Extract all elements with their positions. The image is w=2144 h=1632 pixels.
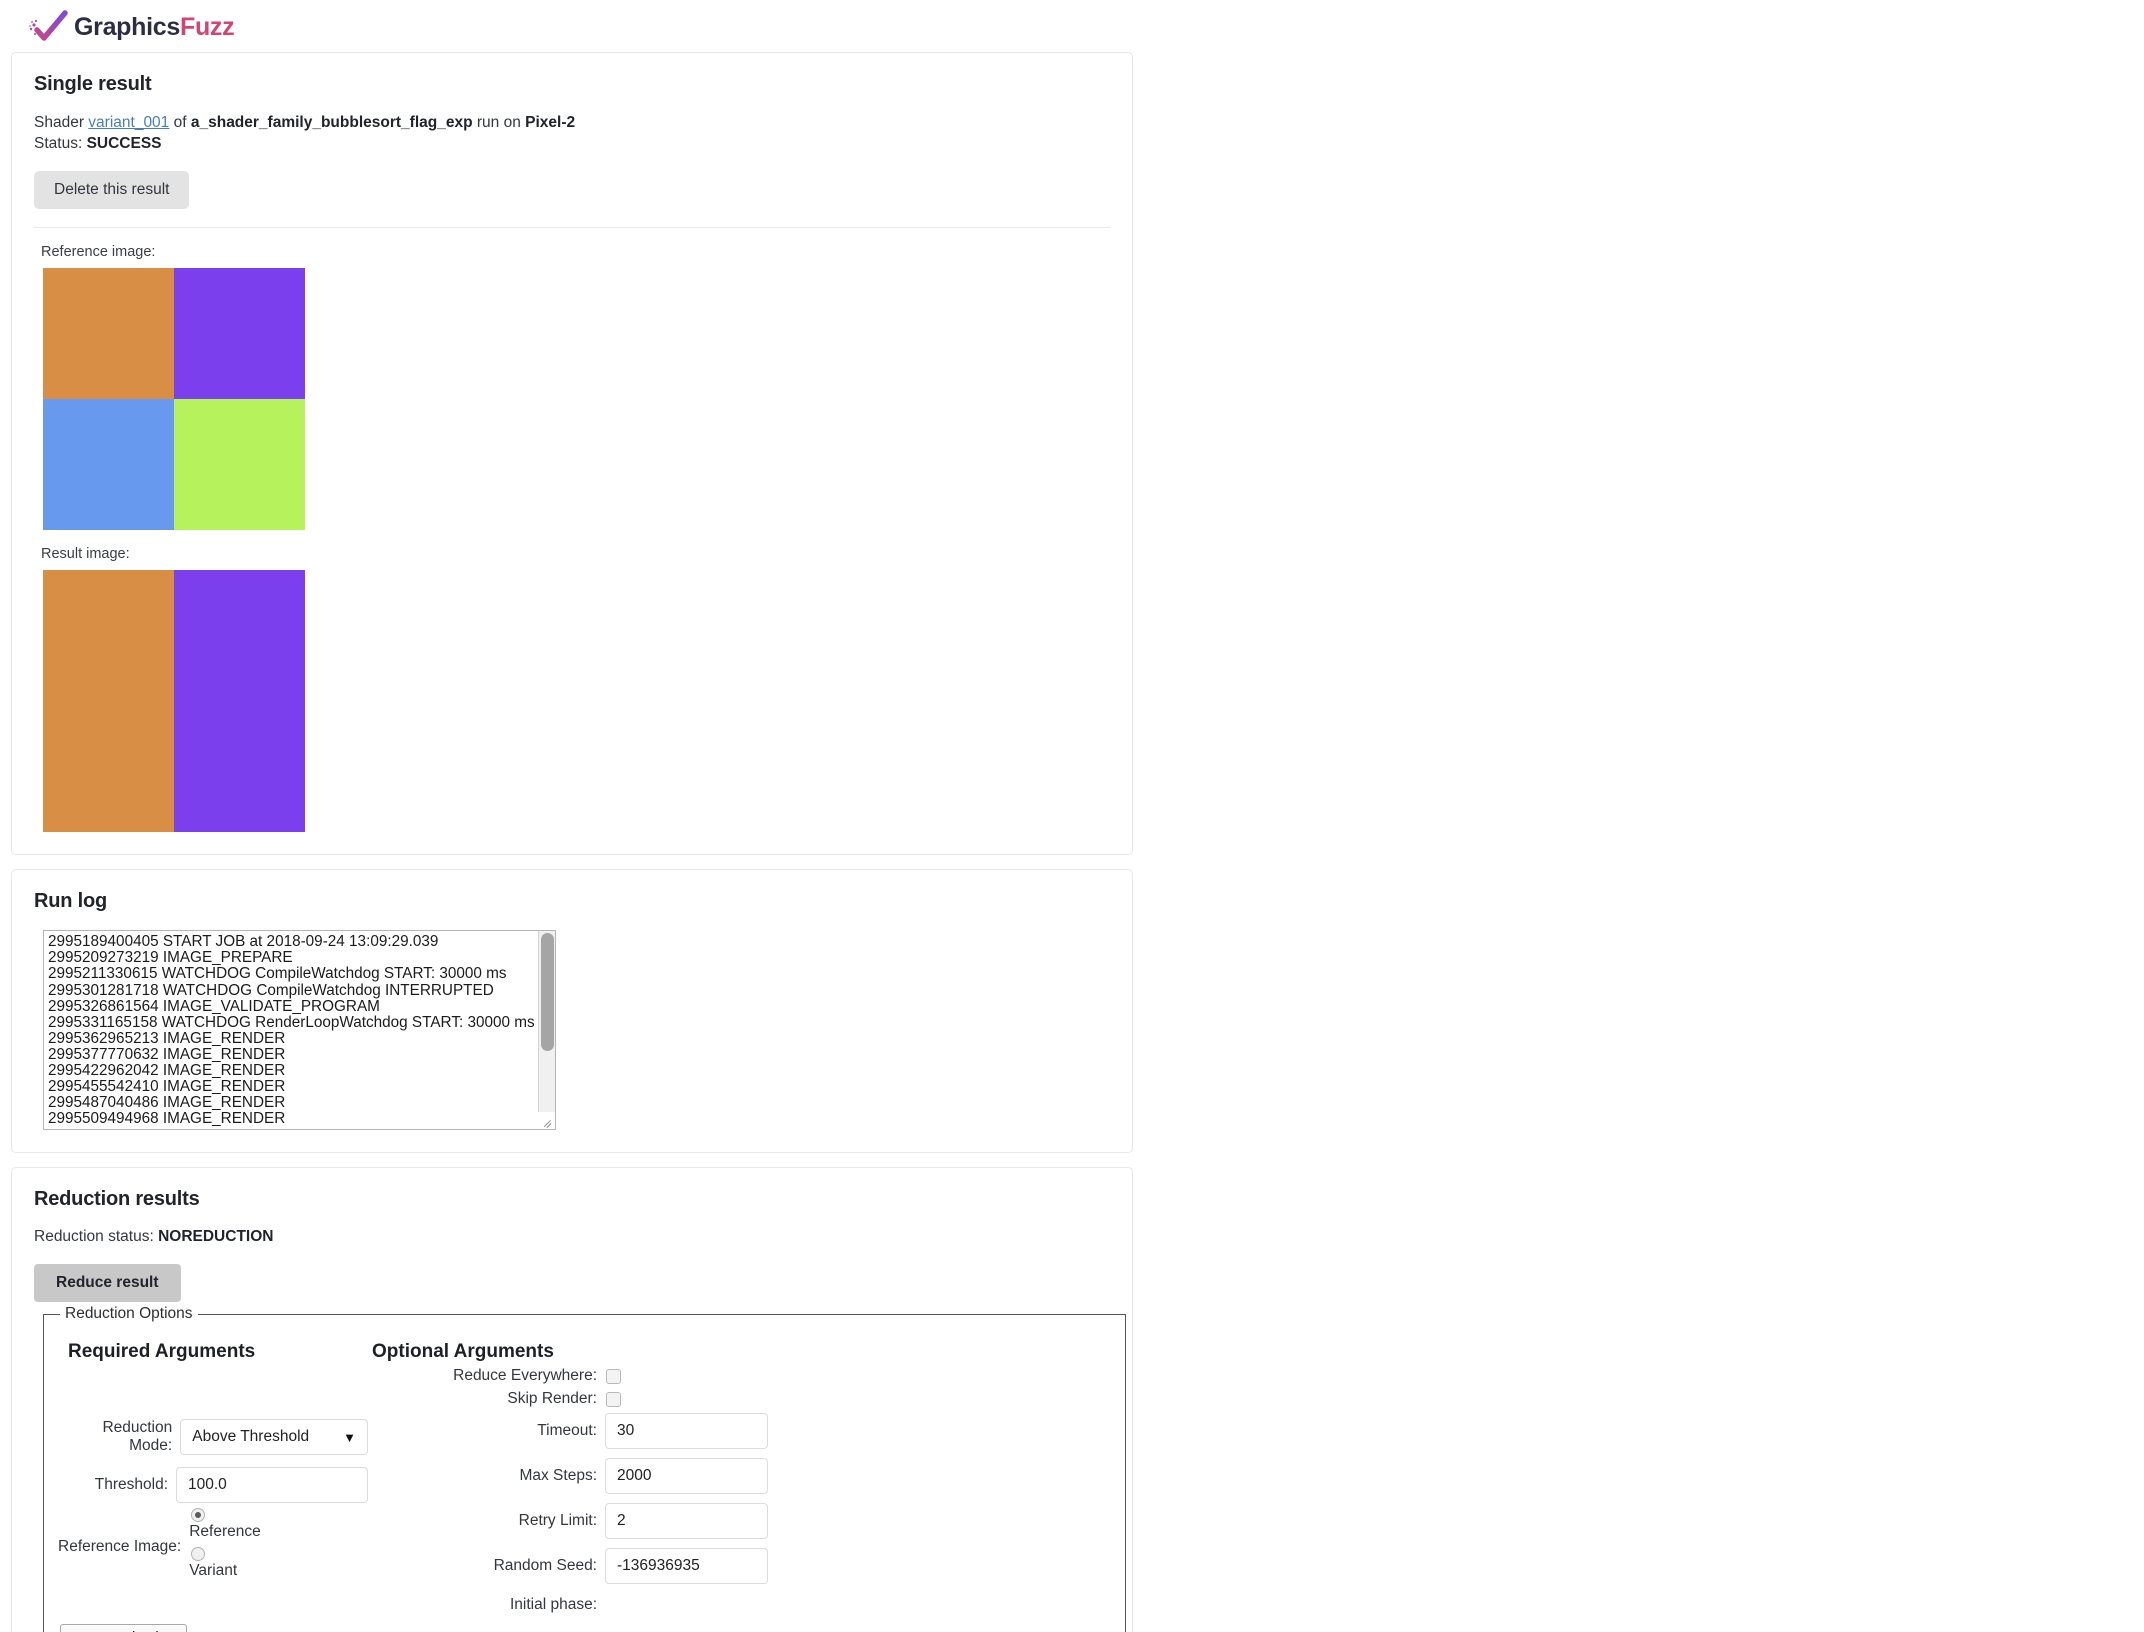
reduction-status-line: Reduction status: NOREDUCTION <box>34 1228 1110 1246</box>
timeout-row: Timeout: 30 <box>368 1413 768 1450</box>
page-root: GraphicsFuzz Single result Shader varian… <box>0 0 2144 1632</box>
reduction-mode-value: Above Threshold <box>192 1428 310 1446</box>
run-log-content: 2995189400405 START JOB at 2018-09-24 13… <box>48 933 535 1128</box>
shader-info-line: Shader variant_001 of a_shader_family_bu… <box>34 113 1110 134</box>
checkmark-logo-icon <box>28 10 72 44</box>
reduce-everywhere-checkbox[interactable] <box>606 1368 621 1384</box>
reference-image-radio-row: Reference Image: Reference Variant <box>58 1507 368 1586</box>
shader-prefix-text: Shader <box>34 114 89 131</box>
skip-render-row: Skip Render: <box>368 1390 768 1408</box>
variant-link[interactable]: variant_001 <box>88 114 169 131</box>
reference-image-quadrant <box>43 399 174 531</box>
reference-image-label: Reference image: <box>41 244 156 261</box>
chevron-down-icon: ▼ <box>343 1429 356 1445</box>
max-steps-row: Max Steps: 2000 <box>368 1458 768 1495</box>
timeout-input[interactable]: 30 <box>605 1413 768 1450</box>
reference-image-wrapper <box>43 268 1110 531</box>
optional-arguments-column: Optional Arguments Reduce Everywhere: Sk… <box>368 1323 768 1614</box>
single-result-panel: Single result Shader variant_001 of a_sh… <box>11 52 1133 856</box>
reduction-mode-select[interactable]: Above Threshold ▼ <box>180 1419 368 1456</box>
result-image-half <box>174 570 305 833</box>
random-seed-label: Random Seed: <box>493 1557 597 1575</box>
run-log-scrollbar[interactable] <box>538 931 555 1130</box>
brand-logo[interactable]: GraphicsFuzz <box>28 10 2144 44</box>
radio-reference-label: Reference <box>189 1523 261 1541</box>
reference-image-label: Reference Image: <box>58 1537 182 1555</box>
site-header: GraphicsFuzz <box>0 0 2144 52</box>
reduction-options-legend: Reduction Options <box>65 1305 193 1323</box>
timeout-label: Timeout: <box>537 1422 597 1440</box>
reduction-options-columns: Required Arguments Reduction Mode: Above… <box>58 1323 1111 1614</box>
device-name: Pixel-2 <box>525 114 576 131</box>
status-line: Status: SUCCESS <box>34 134 1110 155</box>
brand-name-secondary: Fuzz <box>179 12 235 41</box>
reference-image-radio-group: Reference Variant <box>189 1507 368 1586</box>
retry-limit-input[interactable]: 2 <box>605 1503 768 1540</box>
reference-image-quadrant <box>174 399 305 531</box>
initial-phase-row: Initial phase: <box>368 1596 768 1614</box>
threshold-input[interactable]: 100.0 <box>176 1467 368 1504</box>
max-steps-label: Max Steps: <box>519 1467 597 1485</box>
brand-name: GraphicsFuzz <box>74 12 235 41</box>
reference-image-quadrant <box>43 268 174 400</box>
result-image <box>43 570 305 833</box>
run-log-textarea[interactable]: 2995189400405 START JOB at 2018-09-24 13… <box>43 930 556 1131</box>
run-log-panel: Run log 2995189400405 START JOB at 2018-… <box>11 869 1133 1154</box>
of-text: of <box>169 114 191 131</box>
retry-limit-label: Retry Limit: <box>518 1512 597 1530</box>
reduction-status-label: Reduction status: <box>34 1228 159 1246</box>
initial-phase-value <box>605 1596 768 1614</box>
reduce-everywhere-label: Reduce Everywhere: <box>453 1367 597 1385</box>
run-log-title: Run log <box>34 890 108 913</box>
reduce-everywhere-pad <box>605 1368 768 1384</box>
result-image-label: Result image: <box>41 546 130 563</box>
reference-image <box>43 268 305 531</box>
random-seed-row: Random Seed: -136936935 <box>368 1548 768 1585</box>
reduction-status-value: NOREDUCTION <box>158 1228 274 1246</box>
radio-reference[interactable] <box>191 1508 206 1523</box>
run-on-text: run on <box>472 114 526 131</box>
optional-arguments-heading: Optional Arguments <box>372 1341 554 1363</box>
retry-limit-row: Retry Limit: 2 <box>368 1503 768 1540</box>
skip-render-pad <box>605 1391 768 1407</box>
max-steps-input[interactable]: 2000 <box>605 1458 768 1495</box>
required-arguments-heading: Required Arguments <box>68 1341 256 1363</box>
result-image-wrapper <box>43 570 1110 833</box>
reduction-mode-row: Reduction Mode: Above Threshold ▼ <box>58 1419 368 1456</box>
reduce-everywhere-row: Reduce Everywhere: <box>368 1367 768 1385</box>
single-result-title: Single result <box>34 73 152 95</box>
threshold-row: Threshold: 100.0 <box>58 1467 368 1504</box>
reduction-results-title: Reduction results <box>34 1188 200 1211</box>
reduction-results-panel: Reduction results Reduction status: NORE… <box>11 1167 1133 1632</box>
brand-name-primary: Graphics <box>74 12 180 41</box>
skip-render-label: Skip Render: <box>507 1390 597 1408</box>
radio-variant[interactable] <box>191 1547 206 1562</box>
reference-image-quadrant <box>174 268 305 400</box>
run-log-scrollbar-thumb[interactable] <box>541 933 554 1052</box>
reduction-options-fieldset: Reduction Options Required Arguments Red… <box>43 1305 1126 1632</box>
reduction-mode-label: Reduction Mode: <box>102 1419 173 1455</box>
required-arguments-column: Required Arguments Reduction Mode: Above… <box>58 1323 368 1614</box>
random-seed-input[interactable]: -136936935 <box>605 1548 768 1585</box>
threshold-label: Threshold: <box>94 1476 168 1494</box>
delete-result-button[interactable]: Delete this result <box>34 171 190 210</box>
skip-render-checkbox[interactable] <box>606 1391 621 1407</box>
radio-variant-label: Variant <box>189 1562 238 1580</box>
panel-divider <box>34 227 1110 229</box>
status-label: Status: <box>34 134 87 152</box>
status-badge: SUCCESS <box>86 134 162 152</box>
initial-phase-label: Initial phase: <box>509 1596 597 1614</box>
start-reduction-button[interactable]: Start Reduction <box>60 1624 188 1632</box>
resize-grip-icon[interactable] <box>538 1112 555 1130</box>
result-image-half <box>43 570 174 833</box>
shader-family-name: a_shader_family_bubblesort_flag_exp <box>190 114 473 131</box>
reduce-result-button[interactable]: Reduce result <box>34 1264 181 1303</box>
